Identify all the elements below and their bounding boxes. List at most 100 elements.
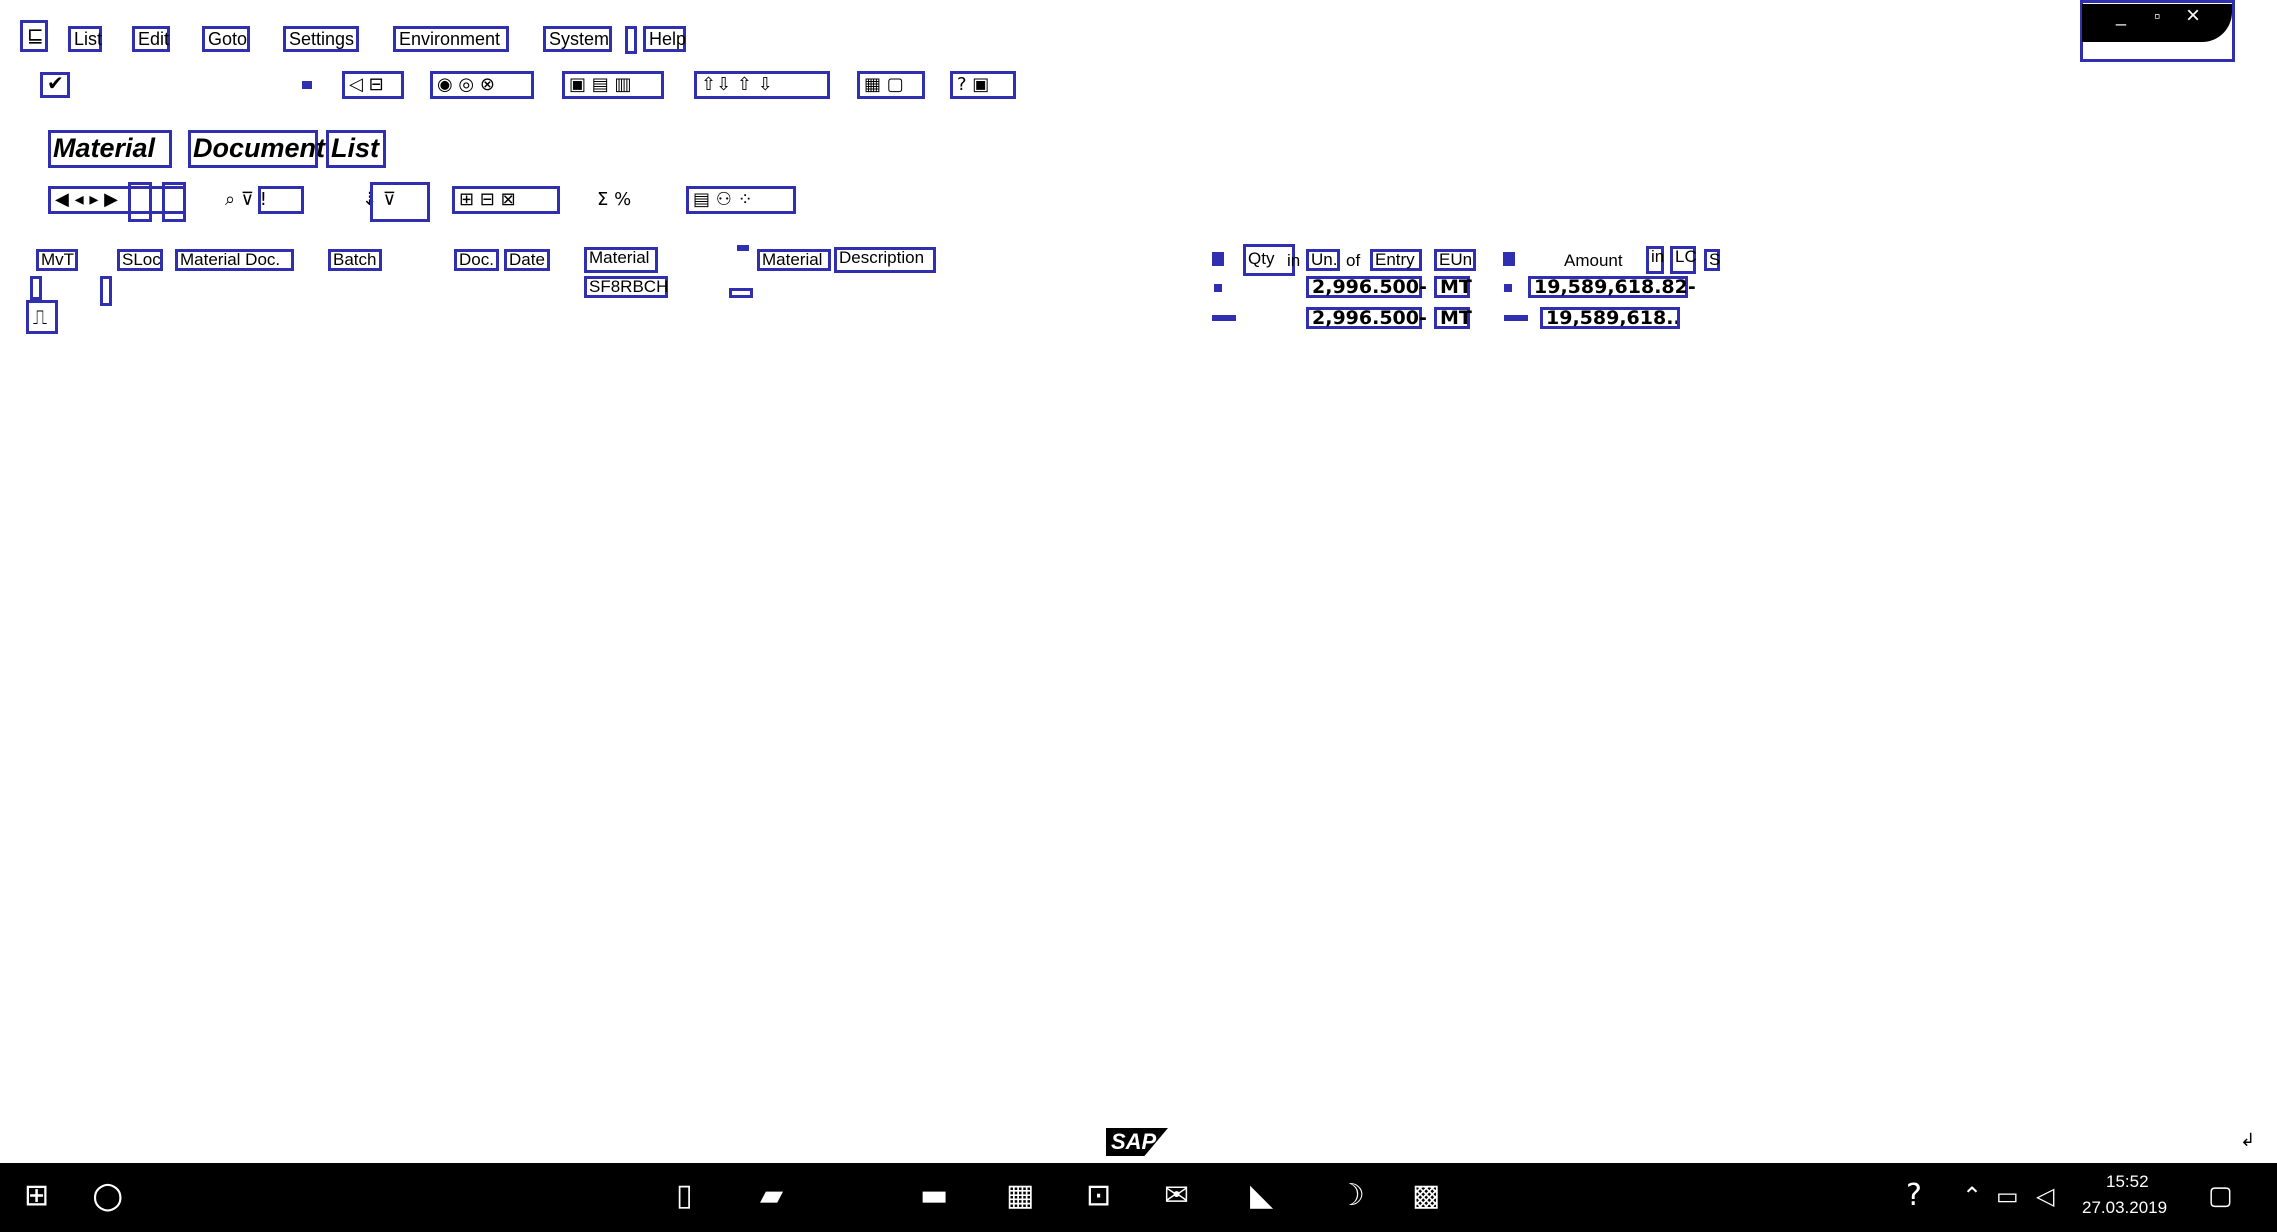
task-view-icon[interactable]: ▯ — [676, 1178, 693, 1214]
action-buttons[interactable]: ◉ ◎ ⊗ — [430, 71, 534, 99]
col-sloc[interactable]: SLoc — [117, 249, 163, 271]
row1-bullet — [1214, 284, 1222, 292]
pinned-app-icon[interactable]: ◣ — [1250, 1178, 1273, 1214]
row2-bullet — [1212, 315, 1236, 321]
total-icon[interactable]: ⎍ — [26, 300, 58, 334]
back-icon: ◁ ⊟ — [349, 74, 384, 95]
menu-help[interactable]: Help — [643, 26, 686, 52]
store-icon[interactable]: ⊡ — [1086, 1178, 1111, 1214]
scroll-last-highlight[interactable] — [162, 182, 186, 222]
taskbar-clock-date[interactable]: 27.03.2019 — [2082, 1198, 2167, 1218]
layout-buttons[interactable]: ▦ ▢ — [857, 71, 925, 99]
col-description[interactable]: Description — [834, 247, 936, 273]
calculator-icon[interactable]: ▦ — [1006, 1178, 1034, 1214]
sum-icon: Σ % — [597, 189, 632, 210]
col-date[interactable]: Date — [504, 249, 550, 271]
row2-bullet-2 — [1504, 315, 1528, 321]
col-marker — [737, 245, 749, 251]
media-app-icon[interactable]: ☽ — [1338, 1178, 1365, 1214]
nav-buttons[interactable]: ◁ ⊟ — [342, 71, 404, 99]
export-buttons[interactable]: ▤ ⚇ ⁘ — [686, 186, 796, 214]
col-eun[interactable]: EUn — [1434, 249, 1476, 271]
find-buttons[interactable]: ⇧⇩ ⇧ ⇩ — [694, 71, 830, 99]
col-batch[interactable]: Batch — [328, 249, 382, 271]
menu-separator — [625, 26, 637, 54]
check-icon: ✔ — [47, 71, 64, 95]
exit-cancel-icons: ◉ ◎ ⊗ — [437, 74, 495, 95]
col-doc[interactable]: Doc. — [454, 249, 499, 271]
col-un[interactable]: Un. — [1306, 249, 1340, 271]
menu-list[interactable]: List — [68, 26, 102, 52]
menu-system[interactable]: System — [543, 26, 612, 52]
window-controls-bar: _ ▫ × — [2082, 2, 2232, 42]
close-icon[interactable]: × — [2186, 2, 2200, 30]
sort-highlight[interactable] — [370, 182, 430, 222]
cell-eun-2: MT — [1434, 307, 1472, 329]
file-explorer-icon[interactable]: ▬ — [920, 1178, 948, 1214]
cell-qty-1: 2,996.500- — [1306, 276, 1427, 298]
row1-bullet-2 — [1504, 284, 1512, 292]
cell-qty-2: 2,996.500- — [1306, 307, 1427, 329]
resize-grip-icon[interactable]: ↲ — [2240, 1130, 2255, 1151]
enter-button[interactable]: ✔ — [40, 71, 70, 98]
col-qty-suffix: in — [1287, 251, 1301, 270]
page-title-word-3: List — [326, 130, 386, 168]
print-buttons[interactable]: ▣ ▤ ▥ — [562, 71, 664, 99]
scroll-icons: ◀ ◂ ▸ ▶ — [55, 189, 118, 210]
filter-highlight[interactable] — [258, 186, 304, 214]
menu-environment[interactable]: Environment — [393, 26, 509, 52]
export-icon: ▤ ⚇ ⁘ — [693, 189, 753, 210]
cell-eun-1: MT — [1434, 276, 1472, 298]
app-menu-icon[interactable]: ⊑ — [20, 20, 48, 52]
col-material[interactable]: Material — [584, 247, 658, 273]
help-buttons[interactable]: ? ▣ — [950, 71, 1016, 99]
minimize-icon[interactable]: _ — [2116, 6, 2126, 27]
detail-icon: ⊞ ⊟ ⊠ — [459, 189, 516, 210]
col-amount[interactable]: Amount — [1564, 251, 1623, 271]
help-tray-icon[interactable]: ? — [1906, 1178, 1922, 1214]
cell-amount-1: 19,589,618.82- — [1528, 276, 1696, 298]
find-icon: ⇧⇩ ⇧ ⇩ — [701, 74, 773, 95]
col-mvt[interactable]: MvT — [36, 249, 78, 271]
cell-material: SF8RBCH — [584, 276, 668, 298]
chat-app-icon[interactable]: ▰ — [760, 1178, 783, 1214]
sum-row-icon: ⎍ — [33, 305, 47, 329]
sum-buttons[interactable]: Σ % — [590, 186, 658, 214]
search-icon[interactable]: ○ — [92, 1178, 123, 1214]
col-expand-1[interactable] — [1212, 252, 1224, 266]
page-title-word-1: Material — [48, 130, 172, 168]
mail-icon[interactable]: ✉ — [1164, 1178, 1189, 1214]
col-material-label[interactable]: Material — [757, 249, 831, 271]
volume-icon[interactable]: ◁ — [2036, 1178, 2054, 1214]
command-field-marker[interactable] — [302, 81, 312, 89]
page-title-word-2: Document — [188, 130, 325, 168]
spreadsheet-app-icon[interactable]: ▩ — [1412, 1178, 1440, 1214]
notification-icon[interactable]: ▢ — [2208, 1178, 2233, 1214]
taskbar-clock-time[interactable]: 15:52 — [2106, 1172, 2149, 1192]
row-selector-2[interactable] — [100, 276, 112, 306]
windows-taskbar — [0, 1163, 2277, 1232]
col-amount-in: in — [1646, 246, 1664, 274]
help-icon: ? ▣ — [957, 74, 990, 95]
col-of: of — [1346, 251, 1361, 270]
col-expand-2[interactable] — [1503, 252, 1515, 266]
menu-edit[interactable]: Edit — [132, 26, 170, 52]
menu-settings[interactable]: Settings — [283, 26, 359, 52]
row-marker — [729, 288, 753, 298]
col-s[interactable]: S — [1704, 249, 1720, 271]
cell-amount-2: 19,589,618... — [1540, 307, 1680, 329]
restore-icon[interactable]: ▫ — [2154, 6, 2160, 27]
new-session-icon: ▦ ▢ — [864, 74, 904, 95]
menu-goto[interactable]: Goto — [202, 26, 250, 52]
print-icon: ▣ ▤ ▥ — [569, 74, 632, 95]
network-icon[interactable]: ▭ — [1996, 1178, 2019, 1214]
col-entry[interactable]: Entry — [1370, 249, 1422, 271]
row-selector-1[interactable] — [30, 276, 42, 300]
scroll-next-highlight[interactable] — [128, 182, 152, 222]
chevron-up-icon[interactable]: ⌃ — [1962, 1178, 1982, 1214]
detail-buttons[interactable]: ⊞ ⊟ ⊠ — [452, 186, 560, 214]
start-icon[interactable]: ⊞ — [24, 1178, 49, 1214]
col-material-doc[interactable]: Material Doc. — [175, 249, 294, 271]
col-lc[interactable]: LC — [1670, 246, 1697, 274]
sap-logo: SAP — [1106, 1128, 1168, 1156]
